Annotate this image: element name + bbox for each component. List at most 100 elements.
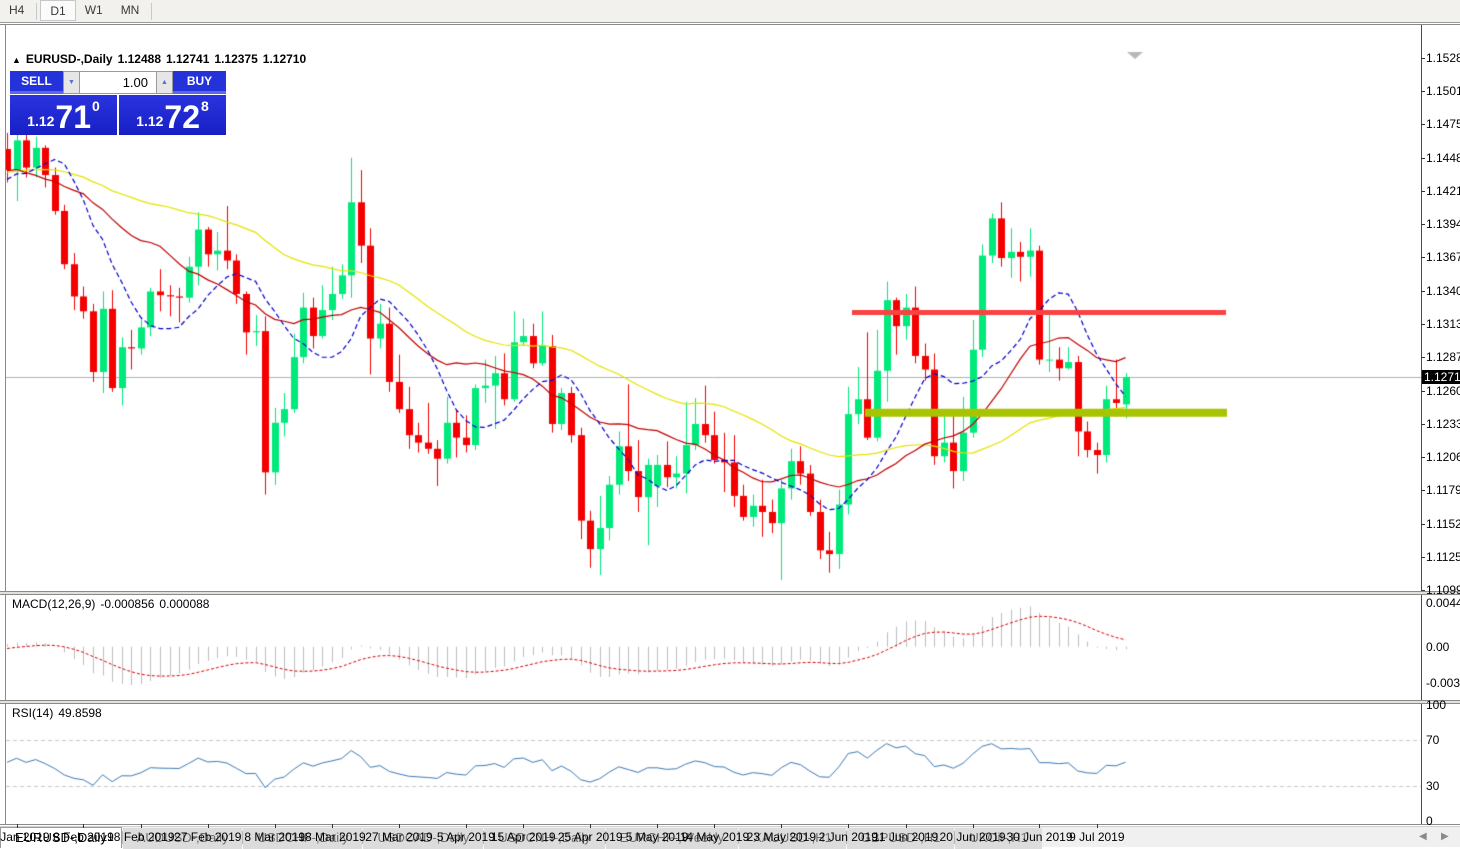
macd-axis-label: 0.004465 bbox=[1426, 596, 1460, 610]
date-axis-tick bbox=[83, 824, 84, 828]
date-axis-tick bbox=[399, 824, 400, 828]
rsi-axis-label: 0 bbox=[1426, 814, 1433, 828]
date-axis-label: 18 Feb 2019 bbox=[107, 830, 174, 844]
price-axis-label: 1.13135 bbox=[1426, 317, 1460, 331]
price-axis-label: 1.11795 bbox=[1426, 483, 1460, 497]
volume-decrease-icon[interactable]: ▼ bbox=[63, 71, 80, 94]
chart-close-value: 1.12710 bbox=[263, 52, 306, 66]
panel-divider[interactable] bbox=[0, 591, 1460, 595]
date-axis-tick bbox=[208, 824, 209, 828]
price-axis-label: 1.11255 bbox=[1426, 550, 1460, 564]
price-axis-label: 1.12870 bbox=[1426, 350, 1460, 364]
price-axis-tick bbox=[1421, 490, 1425, 491]
periods-toolbar: H4 D1W1MN bbox=[0, 0, 1460, 23]
date-axis-label: 5 Apr 2019 bbox=[437, 830, 495, 844]
macd-axis-label: -0.00371 bbox=[1426, 676, 1460, 690]
date-axis-label: 18 Mar 2019 bbox=[298, 830, 365, 844]
tab-scroll-right-icon[interactable]: ▶ bbox=[1441, 831, 1449, 842]
chart-title: ▲ EURUSD-,Daily 1.12488 1.12741 1.12375 1.127… bbox=[12, 52, 311, 66]
price-axis-tick bbox=[1421, 124, 1425, 125]
period-button-h4[interactable]: H4 bbox=[0, 0, 33, 21]
chart-collapse-icon[interactable]: ▲ bbox=[12, 55, 21, 65]
price-axis-label: 1.12330 bbox=[1426, 417, 1460, 431]
chart-symbol-label: EURUSD-,Daily bbox=[26, 52, 113, 66]
date-axis-label: 30 Jun 2019 bbox=[1006, 830, 1072, 844]
date-axis-label: 25 Apr 2019 bbox=[558, 830, 623, 844]
price-axis-tick bbox=[1421, 524, 1425, 525]
date-axis-label: 27 Feb 2019 bbox=[174, 830, 241, 844]
price-axis-label: 1.14210 bbox=[1426, 184, 1460, 198]
date-axis-label: 11 Jun 2019 bbox=[873, 830, 938, 844]
price-axis-tick bbox=[1421, 357, 1425, 358]
period-button-mn[interactable]: MN bbox=[112, 0, 149, 21]
date-axis-label: 14 May 2019 bbox=[680, 830, 749, 844]
chart-low-value: 1.12375 bbox=[214, 52, 257, 66]
rsi-value: 49.8598 bbox=[58, 706, 101, 720]
volume-input[interactable] bbox=[80, 71, 156, 94]
buy-button[interactable]: BUY bbox=[173, 71, 226, 94]
date-axis-tick bbox=[906, 824, 907, 828]
sell-price-point: 0 bbox=[92, 98, 100, 114]
macd-axis-label: 0.00 bbox=[1426, 640, 1449, 654]
price-axis-label: 1.15015 bbox=[1426, 84, 1460, 98]
rsi-label-row: RSI(14) 49.8598 bbox=[12, 706, 107, 720]
chart-high-value: 1.12741 bbox=[166, 52, 209, 66]
price-axis-tick bbox=[1421, 257, 1425, 258]
period-button-w1[interactable]: W1 bbox=[76, 0, 112, 21]
date-axis-tick bbox=[657, 824, 658, 828]
price-axis-label: 1.12600 bbox=[1426, 384, 1460, 398]
tab-scroll-left-icon[interactable]: ◀ bbox=[1419, 831, 1427, 842]
date-axis-label: 9 Jul 2019 bbox=[1069, 830, 1124, 844]
date-axis-tick bbox=[275, 824, 276, 828]
panel-divider[interactable] bbox=[0, 700, 1460, 704]
sell-price-pips: 71 bbox=[55, 103, 91, 131]
price-axis-tick bbox=[1421, 590, 1425, 591]
macd-chart-canvas[interactable] bbox=[6, 596, 1421, 699]
date-axis-label: 15 Apr 2019 bbox=[491, 830, 556, 844]
date-axis-tick bbox=[141, 824, 142, 828]
rsi-indicator-label: RSI(14) bbox=[12, 706, 53, 720]
sell-price-base: 1.12 bbox=[27, 113, 54, 129]
price-axis-label: 1.13675 bbox=[1426, 250, 1460, 264]
macd-main-value: -0.000856 bbox=[100, 597, 154, 611]
price-axis-tick bbox=[1421, 557, 1425, 558]
chart-open-value: 1.12488 bbox=[118, 52, 161, 66]
one-click-trading-widget: SELL ▼ ▲ BUY 1.12 71 0 1.12 72 8 bbox=[10, 71, 226, 135]
date-axis-tick bbox=[714, 824, 715, 828]
rsi-axis-label: 30 bbox=[1426, 779, 1439, 793]
price-axis-tick bbox=[1421, 191, 1425, 192]
buy-price-pips: 72 bbox=[164, 103, 200, 131]
buy-price-panel[interactable]: 1.12 72 8 bbox=[119, 95, 226, 135]
macd-label-row: MACD(12,26,9)-0.0008560.000088 bbox=[12, 597, 214, 611]
price-axis-tick bbox=[1421, 324, 1425, 325]
sell-button[interactable]: SELL bbox=[10, 71, 63, 94]
price-axis-tick bbox=[1421, 424, 1425, 425]
date-axis-tick bbox=[590, 824, 591, 828]
date-axis-label: 20 Jun 2019 bbox=[940, 830, 1006, 844]
date-axis-tick bbox=[1039, 824, 1040, 828]
chart-window: ▲EURUSD-,Daily1.124881.127411.123751.127… bbox=[0, 24, 1460, 825]
price-axis-tick bbox=[1421, 224, 1425, 225]
price-axis-label: 1.14750 bbox=[1426, 117, 1460, 131]
current-price-badge: 1.12710 bbox=[1422, 370, 1460, 384]
date-axis-tick bbox=[17, 824, 18, 828]
date-axis-tick bbox=[332, 824, 333, 828]
date-axis-tick bbox=[848, 824, 849, 828]
date-axis-label: 27 Mar 2019 bbox=[365, 830, 432, 844]
rsi-chart-canvas[interactable] bbox=[6, 704, 1421, 823]
date-axis-tick bbox=[1097, 824, 1098, 828]
price-axis-label: 1.14480 bbox=[1426, 151, 1460, 165]
volume-increase-icon[interactable]: ▲ bbox=[156, 71, 173, 94]
price-axis-tick bbox=[1421, 457, 1425, 458]
date-axis-tick bbox=[523, 824, 524, 828]
buy-price-base: 1.12 bbox=[136, 113, 163, 129]
period-button-d1[interactable]: D1 bbox=[40, 0, 75, 21]
macd-signal-value: 0.000088 bbox=[159, 597, 209, 611]
price-axis-label: 1.11525 bbox=[1426, 517, 1460, 531]
price-axis-tick bbox=[1421, 91, 1425, 92]
date-axis-label: 8 Feb 2019 bbox=[53, 830, 114, 844]
price-axis-tick bbox=[1421, 391, 1425, 392]
sell-price-panel[interactable]: 1.12 71 0 bbox=[10, 95, 117, 135]
date-axis-tick bbox=[973, 824, 974, 828]
price-axis-tick bbox=[1421, 158, 1425, 159]
